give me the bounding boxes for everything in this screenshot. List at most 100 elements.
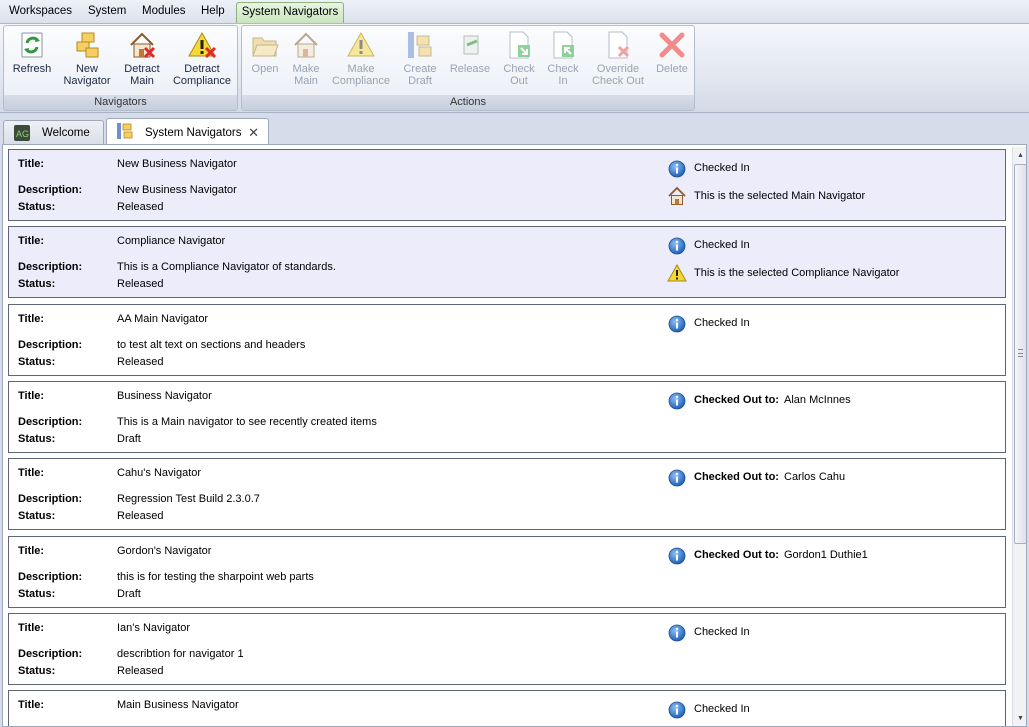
navigator-description: This is a Main navigator to see recently… <box>117 416 377 428</box>
description-key: Description: <box>18 339 83 351</box>
navigator-card[interactable]: Title: Cahu's Navigator Description: Regres… <box>8 458 1006 530</box>
navigator-description: This is a Compliance Navigator of standa… <box>117 261 336 273</box>
description-key: Description: <box>18 184 83 196</box>
create-draft-label: Create Draft <box>403 63 437 87</box>
status-key: Status: <box>18 510 56 522</box>
navigator-description: to test alt text on sections and headers <box>117 339 306 351</box>
warning-icon <box>667 263 687 283</box>
status-key: Status: <box>18 433 56 445</box>
menu-modules[interactable]: Modules <box>140 0 187 23</box>
check-in-icon <box>553 31 574 59</box>
menu-system[interactable]: System <box>86 0 128 23</box>
title-key: Title: <box>18 699 45 711</box>
check-in-label: Check In <box>547 63 579 87</box>
ribbon: Refresh New Navigator Detract Main Detra… <box>0 23 1029 113</box>
make-compliance-icon <box>347 31 375 57</box>
checked-out-label: Checked Out to: <box>694 471 779 483</box>
tab-welcome[interactable]: AG Welcome <box>3 120 104 144</box>
checked-out-user: Carlos Cahu <box>784 471 846 483</box>
navigator-title: Ian's Navigator <box>117 622 191 634</box>
check-state: Checked In <box>694 626 750 638</box>
scroll-thumb[interactable] <box>1014 164 1026 544</box>
open-folder-icon <box>252 37 279 57</box>
check-out-label: Check Out <box>503 63 535 87</box>
release-icon <box>463 35 479 55</box>
release-button[interactable]: Release <box>446 30 494 92</box>
navigator-status: Draft <box>117 433 141 445</box>
actions-group: Open Make Main Make Compliance Create Dr… <box>241 25 695 111</box>
close-tab-icon[interactable]: ✕ <box>248 122 259 144</box>
delete-label: Delete <box>656 63 688 75</box>
navigator-card[interactable]: Title: New Business Navigator Description:… <box>8 149 1006 221</box>
status-key: Status: <box>18 665 56 677</box>
info-icon <box>668 469 686 487</box>
menu-workspaces[interactable]: Workspaces <box>7 0 74 23</box>
checked-out-label: Checked Out to: <box>694 549 779 561</box>
navigator-title: Cahu's Navigator <box>117 467 202 479</box>
navigator-description: New Business Navigator <box>117 184 237 196</box>
navigator-card[interactable]: Title: AA Main Navigator Description: to te… <box>8 304 1006 376</box>
refresh-label: Refresh <box>12 63 52 75</box>
make-main-button[interactable]: Make Main <box>285 30 327 92</box>
status-key: Status: <box>18 588 56 600</box>
checked-out-label: Checked Out to: <box>694 394 779 406</box>
description-key: Description: <box>18 416 83 428</box>
navigator-card[interactable]: Title: Ian's Navigator Description: describ… <box>8 613 1006 685</box>
new-navigator-button[interactable]: New Navigator <box>61 30 113 92</box>
navigator-card[interactable]: Title: Business Navigator Description: This… <box>8 381 1006 453</box>
info-icon <box>668 315 686 333</box>
navigator-status: Released <box>117 201 164 213</box>
override-check-out-button[interactable]: Override Check Out <box>587 30 649 92</box>
info-icon <box>668 392 686 410</box>
check-out-button[interactable]: Check Out <box>499 30 539 92</box>
description-key: Description: <box>18 261 83 273</box>
navigators-group-label: Navigators <box>4 95 237 110</box>
status-key: Status: <box>18 356 56 368</box>
open-button[interactable]: Open <box>245 30 285 92</box>
title-key: Title: <box>18 158 45 170</box>
check-in-button[interactable]: Check In <box>543 30 583 92</box>
check-state: Checked In <box>694 703 750 715</box>
delete-button[interactable]: Delete <box>650 30 694 92</box>
navigator-status: Released <box>117 356 164 368</box>
check-state: Checked In <box>694 239 750 251</box>
navigator-title: Gordon's Navigator <box>117 545 212 557</box>
navigator-card[interactable]: Title: Compliance Navigator Description: Th… <box>8 226 1006 298</box>
ribbon-tab-system-navigators[interactable]: System Navigators <box>236 2 344 24</box>
description-key: Description: <box>18 493 83 505</box>
navigator-card[interactable]: Title: Main Business Navigator Checked In <box>8 690 1006 726</box>
make-compliance-label: Make Compliance <box>331 63 391 87</box>
menu-bar: Workspaces System Modules Help System Na… <box>0 0 1029 24</box>
info-icon <box>668 237 686 255</box>
vertical-scrollbar[interactable]: ▲ ▼ <box>1012 147 1026 726</box>
tab-system-navigators-label: System Navigators <box>145 127 242 139</box>
menu-help[interactable]: Help <box>199 0 227 23</box>
checked-out-user: Alan McInnes <box>784 394 851 406</box>
title-key: Title: <box>18 545 45 557</box>
description-key: Description: <box>18 571 83 583</box>
info-icon <box>668 624 686 642</box>
title-key: Title: <box>18 467 45 479</box>
tab-system-navigators[interactable]: System Navigators ✕ <box>106 118 269 145</box>
make-compliance-button[interactable]: Make Compliance <box>329 30 393 92</box>
detract-main-button[interactable]: Detract Main <box>117 30 167 92</box>
release-label: Release <box>449 63 491 75</box>
scroll-down-arrow-icon[interactable]: ▼ <box>1014 712 1026 725</box>
navigator-title: Main Business Navigator <box>117 699 239 711</box>
scroll-up-arrow-icon[interactable]: ▲ <box>1014 149 1026 162</box>
detract-compliance-button[interactable]: Detract Compliance <box>170 30 234 92</box>
title-key: Title: <box>18 313 45 325</box>
navigator-status: Draft <box>117 588 141 600</box>
actions-group-label: Actions <box>242 95 694 110</box>
navigator-status: Released <box>117 665 164 677</box>
navigator-description: describtion for navigator 1 <box>117 648 244 660</box>
navigator-status: Released <box>117 510 164 522</box>
navigator-description: Regression Test Build 2.3.0.7 <box>117 493 260 505</box>
tab-welcome-label: Welcome <box>42 127 90 139</box>
create-draft-button[interactable]: Create Draft <box>398 30 442 92</box>
refresh-button[interactable]: Refresh <box>8 30 56 92</box>
navigator-icon <box>117 123 133 139</box>
navigator-card[interactable]: Title: Gordon's Navigator Description: this… <box>8 536 1006 608</box>
title-key: Title: <box>18 622 45 634</box>
navigator-title: AA Main Navigator <box>117 313 209 325</box>
